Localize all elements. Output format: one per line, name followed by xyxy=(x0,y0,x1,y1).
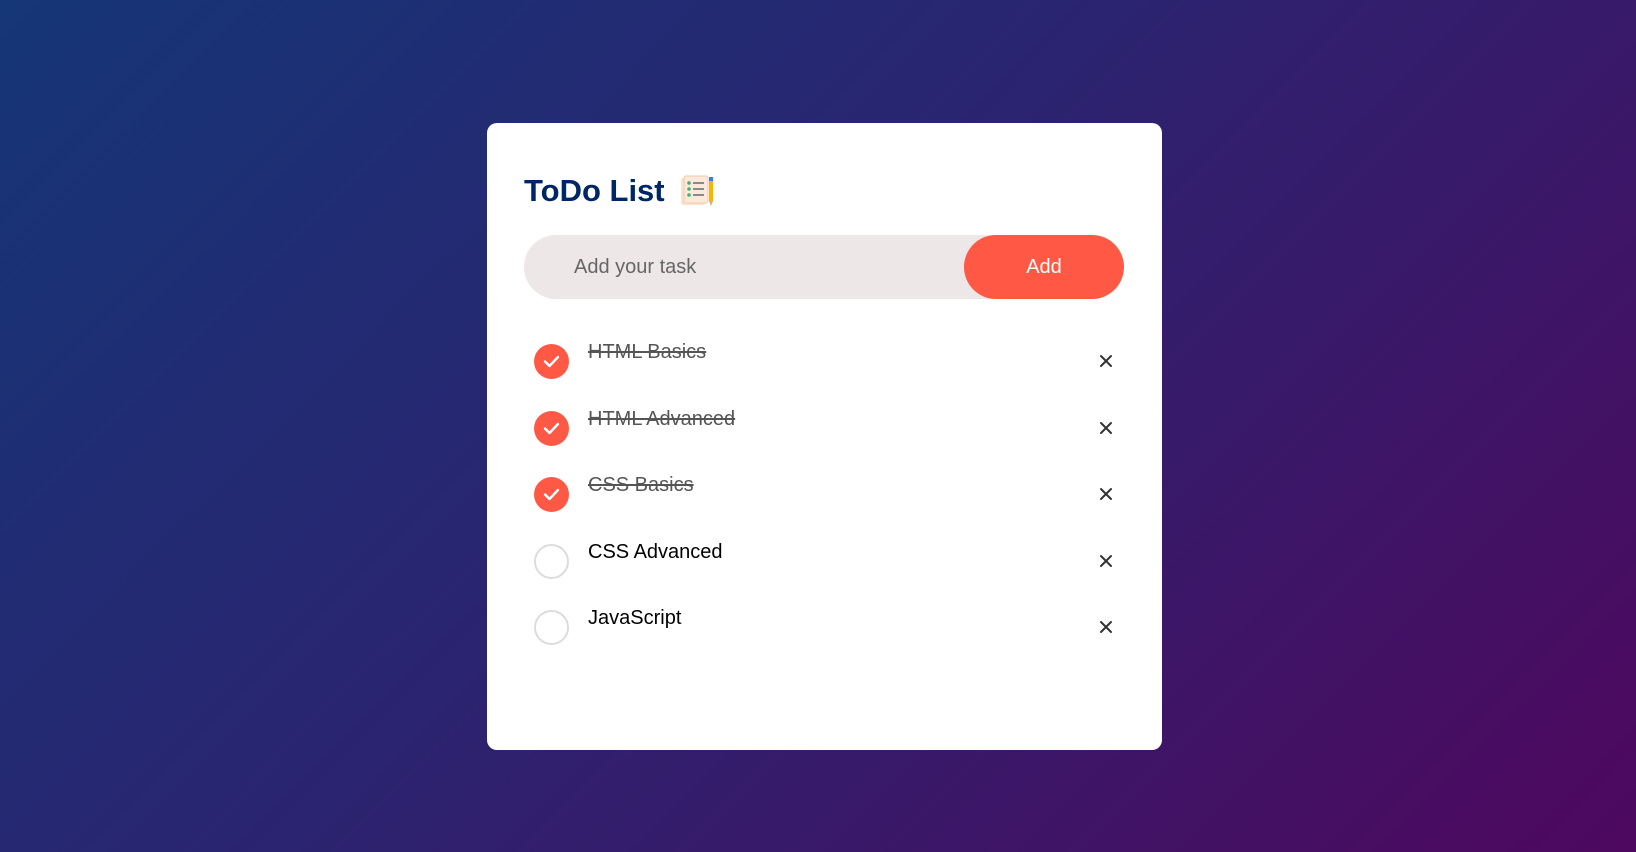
task-item[interactable]: HTML Basics xyxy=(524,328,1124,395)
close-icon[interactable] xyxy=(1094,549,1118,573)
task-label: HTML Advanced xyxy=(588,407,736,430)
close-icon[interactable] xyxy=(1094,482,1118,506)
task-label: CSS Basics xyxy=(588,474,694,496)
task-label: CSS Advanced xyxy=(588,540,723,563)
task-input-row: Add xyxy=(524,234,1124,300)
close-icon[interactable] xyxy=(1094,349,1118,373)
close-icon[interactable] xyxy=(1094,615,1118,639)
task-label: HTML Basics xyxy=(588,341,707,363)
task-item[interactable]: CSS Basics xyxy=(524,461,1124,528)
task-item[interactable]: JavaScript xyxy=(524,594,1124,661)
checkbox-checked[interactable] xyxy=(534,344,569,379)
todo-card: ToDo List Add your task Add HTML Basics … xyxy=(487,123,1162,750)
checkmark-icon xyxy=(543,355,560,368)
task-item[interactable]: CSS Advanced xyxy=(524,528,1124,595)
checkbox-checked[interactable] xyxy=(534,410,569,446)
app-title-text: ToDo List xyxy=(524,173,665,208)
add-button[interactable]: Add xyxy=(964,235,1124,299)
close-icon[interactable] xyxy=(1094,416,1118,440)
task-input[interactable] xyxy=(524,234,964,300)
task-item[interactable]: HTML Advanced xyxy=(524,395,1124,462)
checkmark-icon xyxy=(543,422,560,434)
checkmark-icon xyxy=(543,488,560,501)
checkbox-unchecked[interactable] xyxy=(534,543,569,579)
task-list: HTML Basics HTML Advanced CSS Basics CSS… xyxy=(524,328,1124,661)
app-title: ToDo List xyxy=(524,171,715,211)
notepad-checklist-icon xyxy=(679,175,715,207)
checkbox-checked[interactable] xyxy=(534,477,569,512)
checkbox-unchecked[interactable] xyxy=(534,610,569,645)
task-label: JavaScript xyxy=(588,607,682,629)
